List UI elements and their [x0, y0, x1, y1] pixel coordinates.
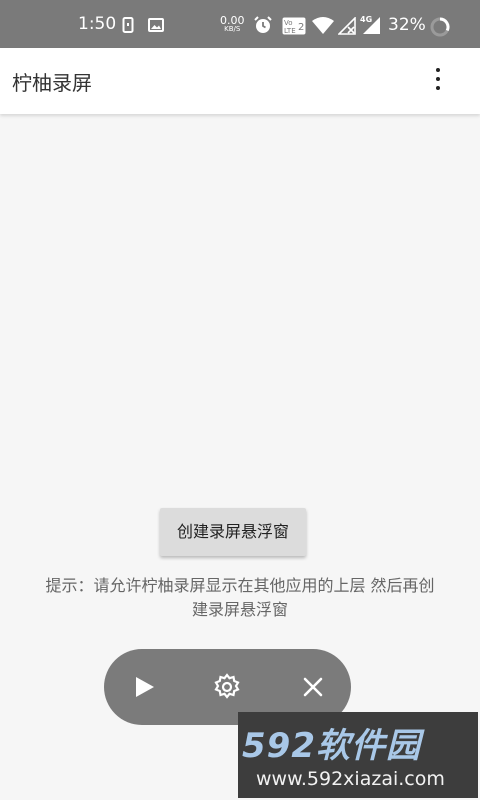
phone-notification-icon [122, 17, 134, 37]
svg-text:Vo: Vo [284, 19, 293, 27]
battery-percent: 32% [388, 15, 426, 35]
wifi-icon [312, 17, 334, 39]
svg-text:4G: 4G [360, 15, 372, 24]
alarm-icon [253, 15, 273, 39]
svg-text:LTE: LTE [284, 27, 296, 35]
close-icon[interactable] [297, 671, 329, 703]
net-speed: 0.00 KB/S [220, 14, 245, 33]
play-icon[interactable] [128, 671, 160, 703]
more-vert-icon[interactable] [426, 68, 450, 94]
app-toolbar: 柠柚录屏 [0, 48, 480, 114]
volte-icon: Vo LTE 2 [282, 17, 306, 39]
app-title: 柠柚录屏 [12, 71, 92, 95]
svg-text:2: 2 [298, 22, 304, 33]
image-notification-icon [148, 17, 164, 37]
watermark-brand: 592软件园 [242, 726, 421, 766]
status-bar: 1:50 0.00 KB/S Vo LTE 2 4G 32% [0, 0, 480, 48]
create-float-window-button[interactable]: 创建录屏悬浮窗 [160, 508, 306, 556]
settings-icon[interactable] [211, 671, 243, 703]
watermark-url: www.592xiazai.com [256, 768, 445, 790]
battery-ring-icon [430, 17, 450, 41]
status-time: 1:50 [78, 14, 117, 34]
site-watermark: 592软件园 www.592xiazai.com [238, 712, 478, 798]
permission-hint: 提示：请允许柠柚录屏显示在其他应用的上层 然后再创建录屏悬浮窗 [45, 576, 435, 619]
signal-4g-icon: 4G [359, 13, 381, 39]
signal-off-icon [337, 16, 356, 39]
